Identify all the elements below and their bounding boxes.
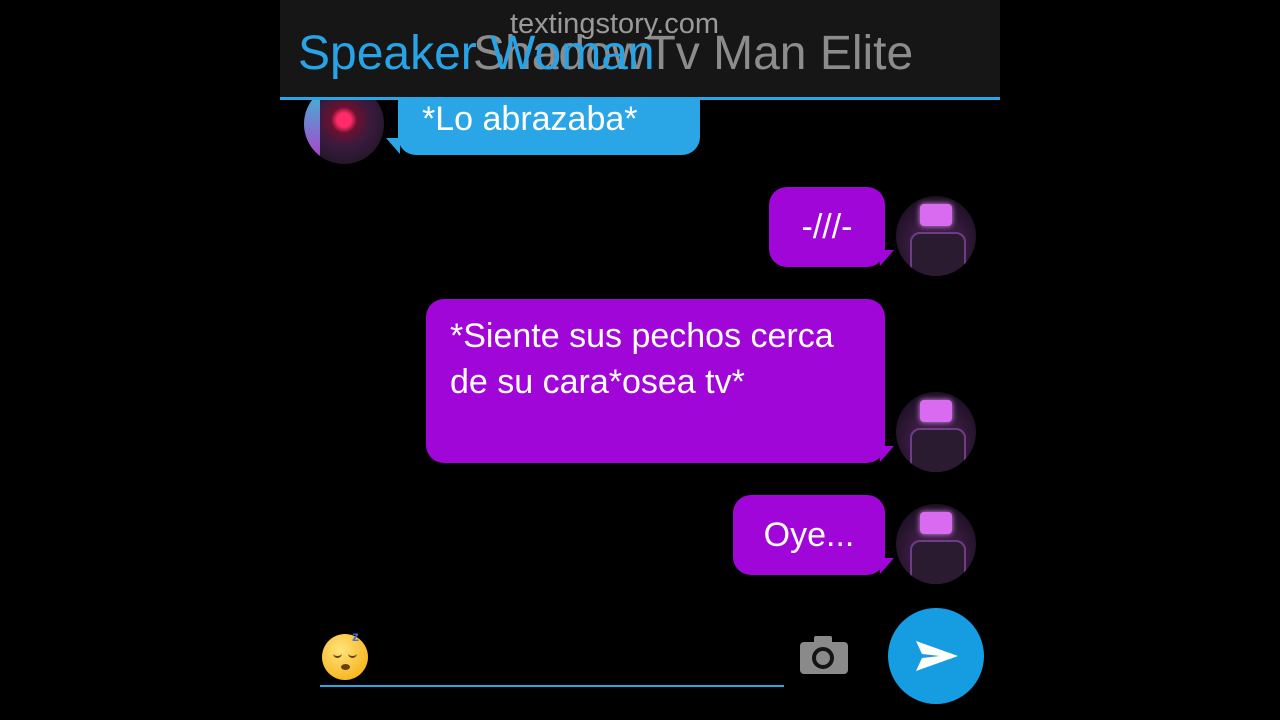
tv-screen-icon <box>920 400 952 422</box>
watermark: textingstory.com <box>510 8 719 40</box>
bubble-tail <box>880 558 894 574</box>
message-bubble-sent: -///- <box>769 187 885 267</box>
sleeping-face-icon[interactable]: z <box>322 628 368 680</box>
bubble-tail <box>880 250 894 266</box>
video-frame: ShadowTv Man Elite Speaker Woman texting… <box>0 0 1280 720</box>
bubble-tail <box>880 446 894 462</box>
message-bubble-sent: Oye... <box>733 495 885 575</box>
message-text: Oye... <box>763 516 855 554</box>
user-avatar <box>896 504 976 584</box>
chat-header: ShadowTv Man Elite Speaker Woman texting… <box>280 0 1000 100</box>
message-input[interactable] <box>320 685 784 687</box>
tv-screen-icon <box>920 512 952 534</box>
send-icon <box>916 641 958 671</box>
message-bubble-sent: *Siente sus pechos cerca de su cara*osea… <box>426 299 885 463</box>
chat-screen: ShadowTv Man Elite Speaker Woman texting… <box>280 0 1000 720</box>
message-text: *Lo abrazaba* <box>422 100 638 138</box>
bubble-tail <box>386 138 400 154</box>
user-avatar <box>896 196 976 276</box>
camera-icon[interactable] <box>800 636 848 674</box>
send-button[interactable] <box>888 608 984 704</box>
user-avatar <box>896 392 976 472</box>
message-text: *Siente sus pechos cerca de su cara*osea… <box>450 317 834 401</box>
message-text: -///- <box>801 208 853 246</box>
tv-screen-icon <box>920 204 952 226</box>
